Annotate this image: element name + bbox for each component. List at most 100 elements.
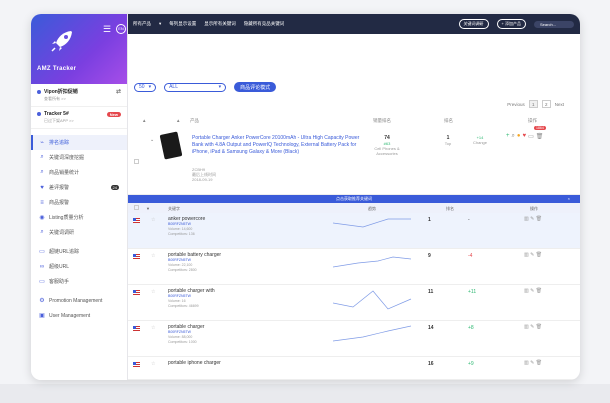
star-icon[interactable]: ☆: [151, 253, 155, 259]
star-icon[interactable]: ☆: [151, 325, 155, 331]
account-sub[interactable]: 查看所有 >>: [44, 96, 121, 102]
hamburger-menu-icon[interactable]: ☰: [103, 24, 111, 35]
product-table-header: ▲ ▲ 产品 销量排名 排名 操作: [128, 116, 580, 125]
product-row[interactable]: ⌄ Portable Charger Anker PowerCore 20100…: [128, 125, 580, 195]
keyword-section-header[interactable]: 点击获取推荐关键词 ×: [128, 195, 580, 203]
menu-hide-competitor-keywords[interactable]: 隐藏所有竞品关键词: [244, 21, 285, 27]
menu-column-settings[interactable]: 每列显示设置: [169, 21, 196, 27]
us-flag-icon: [133, 218, 140, 223]
keyword-actions[interactable]: ▥ ✎ 🗑: [524, 252, 542, 258]
row-checkbox[interactable]: [134, 159, 139, 164]
keyword-name[interactable]: portable iphone charger: [168, 360, 221, 366]
keyword-actions[interactable]: ▥ ✎ 🗑: [524, 288, 542, 294]
keyword-change: -4: [468, 253, 473, 259]
add-product-button[interactable]: + 添加产品: [496, 19, 526, 29]
star-icon[interactable]: ☆: [151, 217, 155, 223]
sidebar: ☰ EN AMZ Tracker Vipon折扣促销 ⇄ 查看所有 >> Trac…: [31, 14, 128, 380]
sidebar-item-review-alert[interactable]: ♥ 差评报警 24: [31, 180, 127, 195]
col-keyword[interactable]: 关键字: [168, 206, 180, 212]
sidebar-item-label: 商品报警: [49, 200, 70, 206]
sidebar-item-rank-tracking[interactable]: ⌁ 排名追踪: [31, 135, 127, 150]
link-icon: ∞: [39, 263, 45, 270]
menu-show-keywords[interactable]: 显示所有关键词: [204, 21, 236, 27]
sidebar-item-label: User Management: [49, 312, 91, 319]
col-rank[interactable]: 排名: [444, 118, 453, 124]
search-icon[interactable]: ⌕: [512, 133, 515, 140]
review-mode-button[interactable]: 商品评论模式: [234, 82, 277, 92]
keyword-asin: B00RFZN5TW: [168, 222, 191, 226]
close-icon[interactable]: ×: [568, 195, 570, 203]
account-item-tracker[interactable]: Tracker 5# New 已过下架APP >>: [31, 107, 127, 129]
change-sub: Change: [472, 140, 487, 145]
keyword-rank: 16: [428, 361, 434, 367]
keyword-row[interactable]: ☆ portable iphone charger 16 +9 ▥ ✎ 🗑: [128, 357, 580, 380]
keyword-row[interactable]: ☆ portable charger B00RFZN5TW Volume: 88…: [128, 321, 580, 357]
us-flag-icon: [133, 290, 140, 295]
pager-page-2[interactable]: 2: [541, 100, 551, 108]
star-icon[interactable]: ☆: [151, 361, 155, 367]
heart-icon[interactable]: ♥: [523, 133, 527, 140]
search-input[interactable]: Search...: [534, 20, 574, 28]
sidebar-item-label: 客服助手: [49, 279, 70, 285]
keyword-competitors: Competitors: 46699: [168, 303, 199, 308]
trash-icon[interactable]: 🗑: [536, 133, 544, 140]
app-window: ☰ EN AMZ Tracker Vipon折扣促销 ⇄ 查看所有 >> Trac…: [31, 14, 580, 380]
pager-page-1[interactable]: 1: [528, 100, 538, 108]
star-icon[interactable]: ●: [517, 133, 521, 140]
sidebar-item-label: 超级URL: [49, 264, 70, 270]
sidebar-item-listing-analysis[interactable]: ◉ Listing质量分析: [31, 210, 127, 225]
chart-line-icon: ⌁: [40, 140, 44, 146]
chevron-down-icon[interactable]: ⌄: [150, 137, 154, 143]
gear-icon: ⚙: [39, 298, 45, 304]
keyword-row[interactable]: ☆ portable battery charger B00RFZN5TW Vo…: [128, 249, 580, 285]
col-sales-rank[interactable]: 销量排名: [373, 118, 391, 124]
sidebar-item-keyword-mining[interactable]: ⌕ 关键词深度挖掘: [31, 150, 127, 165]
account-item-vipon[interactable]: Vipon折扣促销 ⇄ 查看所有 >>: [31, 84, 127, 107]
sidebar-item-label: 关键词调研: [49, 230, 75, 236]
pager-next[interactable]: Next: [555, 102, 564, 107]
keyword-research-button[interactable]: 关键词调研: [458, 19, 489, 29]
pager-previous[interactable]: Previous: [507, 102, 525, 107]
sidebar-item-super-url[interactable]: ∞ 超级URL: [31, 259, 127, 274]
rank-sub: Top: [444, 141, 452, 146]
sales-rank-cell: 74 #63 Cell Phones & Accessories: [367, 135, 407, 157]
keyword-change: -: [468, 217, 470, 223]
sidebar-item-sales-stats[interactable]: ⌕ 商品销量统计: [31, 165, 127, 180]
sidebar-item-url-tracking[interactable]: ▭ 超链URL追踪: [31, 244, 127, 259]
category-select[interactable]: ALL ▾: [164, 82, 227, 92]
keyword-actions[interactable]: ▥ ✎ 🗑: [524, 324, 542, 330]
keyword-row[interactable]: ☆ portable charger with B00RFZN5TW Volum…: [128, 285, 580, 321]
chat-icon[interactable]: ▭: [528, 133, 534, 140]
star-icon[interactable]: ☆: [151, 289, 155, 295]
filter-bar: 50 ▾ ALL ▾ 商品评论模式: [134, 82, 277, 92]
sort-icon[interactable]: ▲: [176, 118, 180, 123]
keyword-change: +11: [468, 289, 477, 295]
select-all-checkbox[interactable]: [134, 205, 139, 210]
keyword-volume: Volume: 88,000: [168, 335, 193, 339]
menu-all-products[interactable]: 所有产品: [133, 21, 151, 27]
top-bar: 所有产品 ▾ 每列显示设置 显示所有关键词 隐藏所有竞品关键词 关键词调研 + …: [128, 14, 580, 34]
search-icon: ⌕: [40, 169, 44, 175]
new-badge: New: [106, 111, 121, 117]
sidebar-item-customer-service[interactable]: ▭ 客服助手: [31, 274, 127, 289]
swap-icon[interactable]: ⇄: [116, 88, 121, 95]
col-product[interactable]: 产品: [190, 118, 199, 124]
sidebar-item-label: Listing质量分析: [49, 215, 84, 221]
sidebar-item-users[interactable]: ▣ User Management: [31, 308, 127, 323]
sort-icon[interactable]: ▲: [142, 118, 146, 123]
keyword-competitors: Competitors: 2800: [168, 267, 197, 272]
keyword-row[interactable]: ☆ anker powercore B00RFZN5TW Volume: 14,…: [128, 213, 580, 249]
sidebar-item-keyword-research[interactable]: ⌕ 关键词调研: [31, 225, 127, 240]
keyword-actions[interactable]: ▥ ✎ 🗑: [524, 360, 542, 366]
keyword-section-title[interactable]: 点击获取推荐关键词: [336, 196, 372, 201]
account-sub[interactable]: 已过下架APP >>: [44, 118, 121, 124]
add-icon[interactable]: +: [506, 133, 510, 140]
sidebar-item-promotion[interactable]: ⚙ Promotion Management: [31, 293, 127, 308]
product-title[interactable]: Portable Charger Anker PowerCore 20100mA…: [192, 135, 372, 156]
keyword-actions[interactable]: ▥ ✎ 🗑: [524, 216, 542, 222]
language-switch[interactable]: EN: [116, 24, 126, 34]
sort-icon[interactable]: ▼: [146, 206, 150, 211]
sidebar-item-product-alert[interactable]: ≡ 商品报警: [31, 195, 127, 210]
col-kw-rank[interactable]: 排名: [446, 206, 454, 212]
page-size-select[interactable]: 50 ▾: [134, 82, 157, 92]
